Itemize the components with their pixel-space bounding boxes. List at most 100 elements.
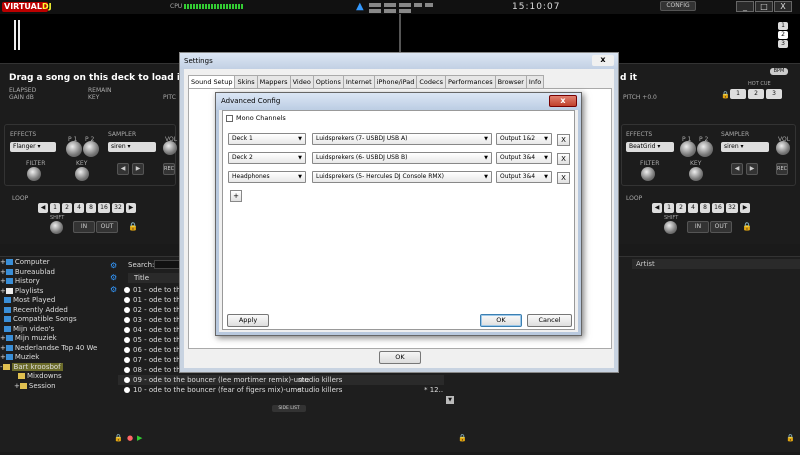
tree-item[interactable]: + Bureaublad bbox=[0, 268, 110, 278]
settings-close-button[interactable]: x bbox=[592, 55, 614, 66]
lock-icon[interactable]: 🔒 bbox=[114, 434, 123, 442]
tree-item[interactable]: Mixdowns bbox=[0, 372, 110, 382]
loop-prev-button[interactable]: ◀ bbox=[652, 203, 662, 213]
tree-item[interactable]: + Muziek bbox=[0, 353, 110, 363]
loop-next-button[interactable]: ▶ bbox=[126, 203, 136, 213]
config-button[interactable]: CONFIG bbox=[660, 1, 696, 11]
title-column-header[interactable]: Title bbox=[128, 273, 180, 283]
tree-item[interactable]: Mijn video's bbox=[0, 325, 110, 335]
layout-button[interactable] bbox=[399, 3, 411, 7]
tree-item[interactable]: + Nederlandse Top 40 We bbox=[0, 344, 110, 354]
loop-8-button[interactable]: 8 bbox=[700, 203, 710, 213]
lock-icon[interactable]: 🔒 bbox=[786, 434, 795, 442]
deck-number-1[interactable]: 1 bbox=[778, 22, 788, 30]
search-db-icon[interactable]: ⚙ bbox=[110, 260, 117, 272]
tab-options[interactable]: Options bbox=[312, 75, 344, 88]
channel-select[interactable]: Headphones ▼ bbox=[228, 171, 306, 183]
layout-button[interactable] bbox=[369, 9, 381, 13]
key-knob[interactable] bbox=[75, 167, 89, 181]
device-select[interactable]: Luidsprekers (5- Hercules DJ Console RMX… bbox=[312, 171, 492, 183]
remove-row-button[interactable]: X bbox=[557, 172, 570, 184]
effect-select[interactable]: BeatGrid ▾ bbox=[626, 142, 674, 152]
tab-performances[interactable]: Performances bbox=[445, 75, 496, 88]
loop-in-button[interactable]: IN bbox=[73, 221, 95, 233]
layout-button[interactable] bbox=[384, 3, 396, 7]
layout-button[interactable] bbox=[425, 3, 433, 7]
sampler-select[interactable]: siren ▾ bbox=[108, 142, 156, 152]
filter-knob[interactable] bbox=[27, 167, 41, 181]
network-icon[interactable]: ⚙ bbox=[110, 272, 117, 284]
search-input[interactable] bbox=[154, 260, 180, 269]
layout-button[interactable] bbox=[414, 3, 422, 7]
cancel-button[interactable]: Cancel bbox=[527, 314, 572, 327]
hot-cue-3-button[interactable]: 3 bbox=[766, 89, 782, 99]
loop-16-button[interactable]: 16 bbox=[712, 203, 724, 213]
maximize-button[interactable]: □ bbox=[755, 1, 773, 12]
loop-32-button[interactable]: 32 bbox=[112, 203, 124, 213]
vol-knob[interactable] bbox=[776, 141, 790, 155]
loop-next-button[interactable]: ▶ bbox=[740, 203, 750, 213]
shift-knob[interactable] bbox=[50, 221, 63, 234]
lock-icon[interactable]: 🔒 bbox=[742, 222, 752, 231]
scroll-down-button[interactable]: ▼ bbox=[446, 396, 454, 404]
deck-number-2[interactable]: 2 bbox=[778, 31, 788, 39]
sampler-play-button[interactable]: ▶ bbox=[132, 163, 144, 175]
close-button[interactable]: X bbox=[774, 1, 792, 12]
advanced-close-button[interactable]: x bbox=[549, 95, 577, 107]
loop-2-button[interactable]: 2 bbox=[62, 203, 72, 213]
layout-button[interactable] bbox=[369, 3, 381, 7]
p2-knob[interactable] bbox=[83, 141, 99, 157]
loop-32-button[interactable]: 32 bbox=[726, 203, 738, 213]
apply-button[interactable]: Apply bbox=[227, 314, 269, 327]
table-row[interactable]: 10 - ode to the bouncer (fear of figers … bbox=[118, 385, 458, 395]
mono-channels-checkbox[interactable] bbox=[226, 115, 233, 122]
table-row[interactable]: 09 - ode to the bouncer (lee mortimer re… bbox=[118, 375, 444, 385]
layout-button[interactable] bbox=[399, 9, 411, 13]
loop-4-button[interactable]: 4 bbox=[74, 203, 84, 213]
loop-out-button[interactable]: OUT bbox=[710, 221, 732, 233]
lock-icon[interactable]: 🔒 bbox=[721, 91, 730, 99]
tab-browser[interactable]: Browser bbox=[494, 75, 527, 88]
tree-item[interactable]: + Playlists bbox=[0, 287, 110, 297]
rec-button[interactable]: REC bbox=[163, 163, 175, 175]
device-select[interactable]: Luidsprekers (7- USBDJ USB A) ▼ bbox=[312, 133, 492, 145]
ok-button[interactable]: OK bbox=[480, 314, 522, 327]
tree-item[interactable]: Recently Added bbox=[0, 306, 110, 316]
remove-row-button[interactable]: X bbox=[557, 153, 570, 165]
tree-item[interactable]: + Mijn muziek bbox=[0, 334, 110, 344]
layout-button[interactable] bbox=[384, 9, 396, 13]
rec-button[interactable]: REC bbox=[776, 163, 788, 175]
remove-row-button[interactable]: X bbox=[557, 134, 570, 146]
sampler-prev-button[interactable]: ◀ bbox=[117, 163, 129, 175]
vol-knob[interactable] bbox=[163, 141, 177, 155]
loop-prev-button[interactable]: ◀ bbox=[38, 203, 48, 213]
loop-4-button[interactable]: 4 bbox=[688, 203, 698, 213]
artist-column-header[interactable]: Artist bbox=[632, 259, 800, 269]
p1-knob[interactable] bbox=[66, 141, 82, 157]
lock-icon[interactable]: 🔒 bbox=[458, 434, 467, 442]
loop-2-button[interactable]: 2 bbox=[676, 203, 686, 213]
filter-knob[interactable] bbox=[641, 167, 655, 181]
loop-1-button[interactable]: 1 bbox=[50, 203, 60, 213]
tree-item[interactable]: Most Played bbox=[0, 296, 110, 306]
tree-item[interactable]: + Computer bbox=[0, 258, 110, 268]
tab-skins[interactable]: Skins bbox=[234, 75, 258, 88]
deck-number-3[interactable]: 3 bbox=[778, 40, 788, 48]
tab-mappers[interactable]: Mappers bbox=[256, 75, 291, 88]
tree-item[interactable]: + History bbox=[0, 277, 110, 287]
sampler-play-button[interactable]: ▶ bbox=[746, 163, 758, 175]
tab-iphone-ipad[interactable]: iPhone/iPad bbox=[373, 75, 418, 88]
channel-select[interactable]: Deck 1 ▼ bbox=[228, 133, 306, 145]
minimize-button[interactable]: _ bbox=[736, 1, 754, 12]
output-select[interactable]: Output 3&4 ▼ bbox=[496, 171, 552, 183]
sampler-select[interactable]: siren ▾ bbox=[721, 142, 769, 152]
loop-in-button[interactable]: IN bbox=[687, 221, 709, 233]
shift-knob[interactable] bbox=[664, 221, 677, 234]
hot-cue-1-button[interactable]: 1 bbox=[730, 89, 746, 99]
loop-16-button[interactable]: 16 bbox=[98, 203, 110, 213]
record-icon[interactable]: ● bbox=[127, 434, 133, 442]
output-select[interactable]: Output 1&2 ▼ bbox=[496, 133, 552, 145]
p1-knob[interactable] bbox=[680, 141, 696, 157]
tab-video[interactable]: Video bbox=[289, 75, 314, 88]
side-list-button[interactable]: SIDE LIST bbox=[272, 405, 306, 412]
